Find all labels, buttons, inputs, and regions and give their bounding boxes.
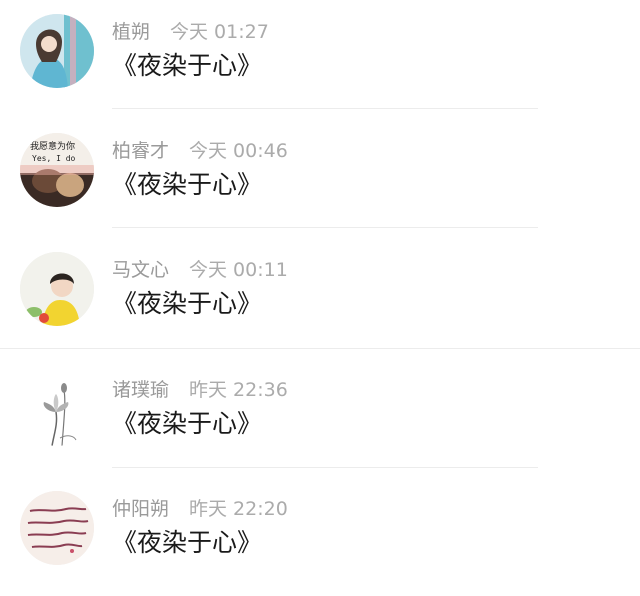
divider	[112, 108, 538, 109]
comment-time: 昨天 22:36	[189, 379, 288, 401]
divider	[112, 467, 538, 468]
comment-item[interactable]: 马文心 今天 00:11 《夜染于心》	[0, 238, 640, 357]
lotus-avatar	[20, 372, 94, 446]
comment-text: 《夜染于心》	[112, 170, 263, 199]
comment-meta: 马文心 今天 00:11	[112, 256, 288, 284]
comment-meta: 柏睿才 今天 00:46	[112, 137, 288, 165]
avatar-caption-1: 我愿意为你	[30, 140, 75, 152]
comment-time: 昨天 22:20	[189, 498, 288, 520]
girl-blue-avatar	[20, 14, 94, 88]
avatar[interactable]	[20, 14, 94, 88]
comment-meta: 植朔 今天 01:27	[112, 18, 269, 46]
user-name[interactable]: 诸璞瑜	[112, 379, 169, 401]
comment-time: 今天 00:46	[189, 140, 288, 162]
divider	[0, 348, 640, 349]
comment-text: 《夜染于心》	[112, 289, 263, 318]
user-name[interactable]: 植朔	[112, 21, 150, 43]
yes-i-do-avatar: 我愿意为你 Yes, I do	[20, 133, 94, 207]
comment-item[interactable]: 仲阳朔 昨天 22:20 《夜染于心》	[0, 477, 640, 596]
comment-item[interactable]: 诸璞瑜 昨天 22:36 《夜染于心》	[0, 358, 640, 477]
avatar[interactable]	[20, 252, 94, 326]
avatar[interactable]: 我愿意为你 Yes, I do	[20, 133, 94, 207]
handwriting-avatar	[20, 491, 94, 565]
avatar[interactable]	[20, 372, 94, 446]
comment-item[interactable]: 我愿意为你 Yes, I do 柏睿才 今天 00:46 《夜染于心》	[0, 119, 640, 238]
comment-meta: 诸璞瑜 昨天 22:36	[112, 376, 288, 404]
comment-meta: 仲阳朔 昨天 22:20	[112, 495, 288, 523]
user-name[interactable]: 马文心	[112, 259, 169, 281]
boy-yellow-avatar	[20, 252, 94, 326]
comment-time: 今天 01:27	[170, 21, 269, 43]
divider	[112, 227, 538, 228]
avatar-caption-2: Yes, I do	[32, 154, 76, 163]
comment-list: 植朔 今天 01:27 《夜染于心》 我愿意为你 Yes, I do 柏睿才 今天 …	[0, 0, 640, 581]
comment-text: 《夜染于心》	[112, 51, 263, 80]
comment-text: 《夜染于心》	[112, 528, 263, 557]
avatar[interactable]	[20, 491, 94, 565]
comment-text: 《夜染于心》	[112, 409, 263, 438]
comment-time: 今天 00:11	[189, 259, 288, 281]
user-name[interactable]: 柏睿才	[112, 140, 169, 162]
user-name[interactable]: 仲阳朔	[112, 498, 169, 520]
comment-item[interactable]: 植朔 今天 01:27 《夜染于心》	[0, 0, 640, 119]
